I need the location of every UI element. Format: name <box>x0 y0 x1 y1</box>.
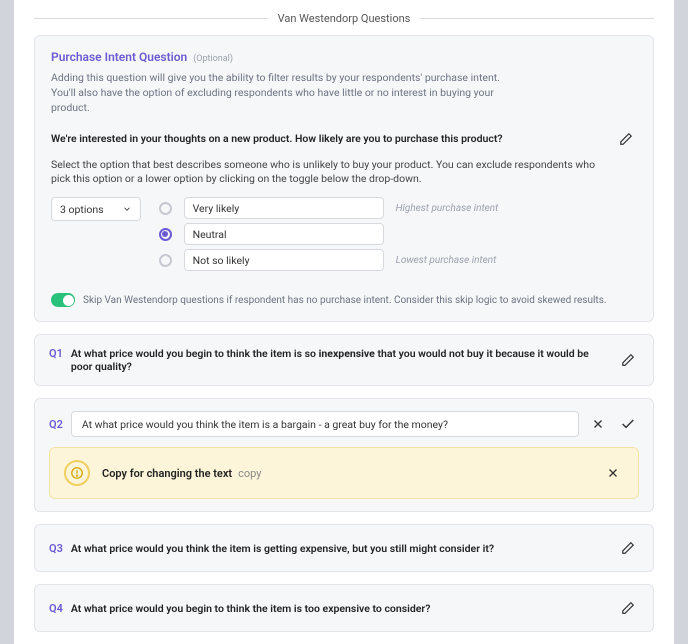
close-icon <box>606 466 620 480</box>
options-row: 3 options Very likely Highest purchase i… <box>51 197 637 271</box>
copy-banner: Copy for changing the text copy <box>49 447 639 499</box>
q3-edit-button[interactable] <box>617 537 639 559</box>
option-radio-1[interactable] <box>159 228 172 241</box>
purchase-intent-description: Adding this question will give you the a… <box>51 70 511 116</box>
option-input-2[interactable]: Not so likely <box>184 249 384 271</box>
section-header-row: Van Westendorp Questions <box>34 12 654 25</box>
q4-left: Q4 At what price would you begin to thin… <box>49 602 607 615</box>
option-row-0: Very likely Highest purchase intent <box>159 197 499 219</box>
pencil-icon <box>621 353 635 367</box>
q1-number: Q1 <box>49 347 63 360</box>
divider-right <box>420 18 654 19</box>
pencil-icon <box>619 132 633 146</box>
q2-actions <box>587 413 639 435</box>
option-label-1: Neutral <box>193 228 227 241</box>
q2-confirm-button[interactable] <box>617 413 639 435</box>
option-hint-0: Highest purchase intent <box>396 203 499 214</box>
q1-text: At what price would you begin to think t… <box>71 347 607 373</box>
option-row-2: Not so likely Lowest purchase intent <box>159 249 499 271</box>
purchase-intent-header: Purchase Intent Question (Optional) <box>51 50 637 64</box>
close-icon <box>591 417 605 431</box>
edit-button[interactable] <box>615 128 637 150</box>
purchase-intent-instruction: Select the option that best describes so… <box>51 158 611 187</box>
chevron-down-icon <box>122 204 132 214</box>
option-label-0: Very likely <box>193 202 240 215</box>
page: Van Westendorp Questions Purchase Intent… <box>14 0 674 644</box>
warning-icon <box>70 466 84 480</box>
copy-banner-close-button[interactable] <box>602 462 624 484</box>
q4-text: At what price would you begin to think t… <box>71 602 431 615</box>
q2-input-wrap <box>71 411 579 437</box>
q1-edit-button[interactable] <box>617 349 639 371</box>
q4-edit-button[interactable] <box>617 597 639 619</box>
option-radio-0[interactable] <box>159 202 172 215</box>
q1-left: Q1 At what price would you begin to thin… <box>49 347 607 373</box>
option-input-1[interactable]: Neutral <box>184 223 384 245</box>
skip-toggle-row: Skip Van Westendorp questions if respond… <box>51 293 637 307</box>
option-row-1: Neutral <box>159 223 499 245</box>
option-input-0[interactable]: Very likely <box>184 197 384 219</box>
purchase-intent-title: Purchase Intent Question <box>51 50 187 64</box>
question-row-q1: Q1 At what price would you begin to thin… <box>34 334 654 386</box>
option-list: Very likely Highest purchase intent Neut… <box>159 197 499 271</box>
q2-cancel-button[interactable] <box>587 413 609 435</box>
warning-icon-wrap <box>64 460 90 486</box>
copy-banner-text: Copy for changing the text copy <box>102 467 590 480</box>
pencil-icon <box>621 541 635 555</box>
q3-text: At what price would you think the item i… <box>71 542 494 555</box>
optional-label: (Optional) <box>193 54 233 64</box>
check-icon <box>620 416 636 432</box>
q4-number: Q4 <box>49 602 63 615</box>
copy-banner-title: Copy for changing the text <box>102 467 232 480</box>
option-radio-2[interactable] <box>159 254 172 267</box>
q3-number: Q3 <box>49 542 63 555</box>
q2-input[interactable] <box>71 411 579 437</box>
question-row: We're interested in your thoughts on a n… <box>51 128 637 150</box>
q2-top-row: Q2 <box>49 411 639 437</box>
divider-left <box>34 18 268 19</box>
copy-banner-sub: copy <box>238 467 261 480</box>
section-title: Van Westendorp Questions <box>278 12 411 25</box>
skip-toggle-label: Skip Van Westendorp questions if respond… <box>83 295 607 306</box>
question-panel-q2: Q2 Copy for changing the text copy <box>34 398 654 512</box>
purchase-intent-panel: Purchase Intent Question (Optional) Addi… <box>34 35 654 322</box>
question-row-q3: Q3 At what price would you think the ite… <box>34 524 654 572</box>
dropdown-label: 3 options <box>60 203 104 216</box>
skip-toggle[interactable] <box>51 293 75 307</box>
option-label-2: Not so likely <box>193 254 250 267</box>
q2-number: Q2 <box>49 418 63 431</box>
option-hint-2: Lowest purchase intent <box>396 255 497 266</box>
options-count-dropdown[interactable]: 3 options <box>51 197 141 221</box>
question-row-q4: Q4 At what price would you begin to thin… <box>34 584 654 632</box>
pencil-icon <box>621 601 635 615</box>
q3-left: Q3 At what price would you think the ite… <box>49 542 607 555</box>
purchase-intent-question-text: We're interested in your thoughts on a n… <box>51 132 503 145</box>
